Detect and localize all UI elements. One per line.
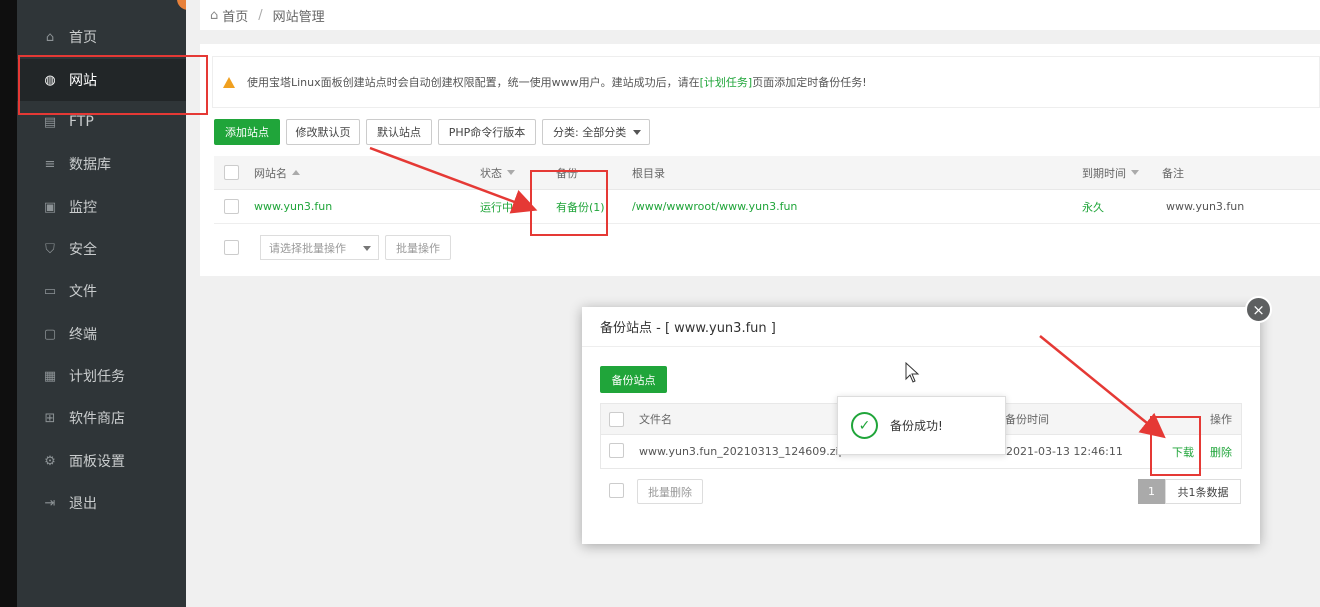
sidebar-item-monitor[interactable]: ▣ 监控 (17, 186, 186, 228)
row-checkbox[interactable] (609, 443, 624, 458)
col-remark: 备注 (1162, 166, 1184, 180)
sidebar-item-label: 数据库 (69, 157, 111, 173)
add-site-button[interactable]: 添加站点 (214, 119, 280, 145)
row-checkbox[interactable] (224, 199, 239, 214)
sidebar-item-files[interactable]: ▭ 文件 (17, 270, 186, 312)
breadcrumb-separator: / (258, 7, 263, 23)
col-backup-time: 备份时间 (1005, 413, 1049, 426)
left-edge (0, 0, 17, 607)
notice-text-after: 页面添加定时备份任务! (752, 76, 867, 89)
sidebar-item-security[interactable]: ⛉ 安全 (17, 228, 186, 270)
sidebar-item-store[interactable]: ⊞ 软件商店 (17, 397, 186, 439)
sort-icon (292, 170, 300, 175)
shield-icon: ⛉ (45, 241, 55, 257)
home-icon: ⌂ (45, 29, 55, 45)
server-icon: ▤ (43, 114, 57, 130)
batch-operation-select[interactable]: 请选择批量操作 (260, 235, 379, 260)
monitor-icon: ▣ (43, 199, 57, 215)
total-count: 共1条数据 (1165, 479, 1241, 504)
apps-icon: ⊞ (44, 410, 56, 426)
breadcrumb-home[interactable]: 首页 (222, 6, 248, 25)
page-number[interactable]: 1 (1138, 479, 1165, 504)
batch-delete-button[interactable]: 批量删除 (637, 479, 703, 504)
sidebar-item-label: 文件 (69, 284, 97, 300)
backup-filename: www.yun3.fun_20210313_124609.zip (639, 445, 846, 458)
sidebar-item-label: 安全 (69, 242, 97, 258)
table-row: www.yun3.fun 运行中 ▶ 有备份(1) /www/wwwroot/ww… (214, 190, 1320, 224)
sort-icon (1131, 170, 1139, 175)
database-icon: ≡ (44, 156, 56, 172)
select-all-checkbox[interactable] (609, 412, 624, 427)
site-card: 使用宝塔Linux面板创建站点时会自动创建权限配置，统一使用www用户。建站成功… (200, 44, 1320, 276)
category-label: 分类: 全部分类 (553, 126, 627, 139)
sidebar-item-label: 监控 (69, 200, 97, 216)
home-icon: ⌂ (210, 7, 219, 23)
delete-link[interactable]: 删除 (1210, 435, 1232, 468)
sidebar-item-terminal[interactable]: ▢ 终端 (17, 313, 186, 355)
play-icon: ▶ (516, 202, 523, 211)
site-name-link[interactable]: www.yun3.fun (254, 190, 332, 223)
annotation-box-download (1150, 416, 1201, 476)
chevron-down-icon (633, 130, 641, 135)
root-path-link[interactable]: /www/wwwroot/www.yun3.fun (632, 190, 797, 223)
select-all-checkbox[interactable] (224, 165, 239, 180)
sidebar-item-label: 终端 (69, 327, 97, 343)
col-status[interactable]: 状态 (480, 156, 515, 189)
backup-time: 2021-03-13 12:46:11 (1006, 445, 1123, 458)
sort-icon (507, 170, 515, 175)
col-ops: 操作 (1210, 413, 1232, 426)
breadcrumb-current: 网站管理 (272, 9, 325, 25)
php-cli-button[interactable]: PHP命令行版本 (438, 119, 536, 145)
sidebar-item-cron[interactable]: ▦ 计划任务 (17, 355, 186, 397)
sidebar-item-label: 退出 (69, 496, 97, 512)
status-running[interactable]: 运行中 ▶ (480, 190, 522, 223)
modal-title: 备份站点 - [ www.yun3.fun ] (582, 307, 1260, 347)
remark-value[interactable]: www.yun3.fun (1166, 190, 1244, 223)
annotation-box-backup (530, 170, 608, 236)
success-toast: ✓ 备份成功! (837, 396, 1006, 455)
notice-banner: 使用宝塔Linux面板创建站点时会自动创建权限配置，统一使用www用户。建站成功… (212, 56, 1320, 108)
sidebar-item-label: 面板设置 (69, 454, 125, 470)
site-table-header: 网站名 状态 备份 根目录 到期时间 备注 (214, 156, 1320, 190)
col-expire[interactable]: 到期时间 (1082, 156, 1139, 189)
breadcrumb: ⌂ 首页 / 网站管理 (200, 0, 1320, 30)
folder-icon: ▭ (43, 283, 57, 299)
batch-select-placeholder: 请选择批量操作 (269, 241, 346, 255)
col-root: 根目录 (632, 166, 665, 180)
check-circle-icon: ✓ (851, 412, 878, 439)
logout-icon: ⇥ (44, 495, 56, 511)
category-select[interactable]: 分类: 全部分类 (542, 119, 650, 145)
notice-text: 使用宝塔Linux面板创建站点时会自动创建权限配置，统一使用www用户。建站成功… (247, 76, 700, 89)
cron-link[interactable]: [计划任务] (700, 74, 753, 90)
default-site-button[interactable]: 默认站点 (366, 119, 432, 145)
terminal-icon: ▢ (43, 326, 57, 342)
sidebar-item-label: FTP (69, 114, 94, 130)
toast-text: 备份成功! (890, 419, 943, 433)
sidebar-item-home[interactable]: ⌂ 首页 (17, 16, 186, 58)
bottom-select-checkbox[interactable] (224, 240, 239, 255)
sidebar-item-label: 计划任务 (69, 369, 125, 385)
chevron-down-icon (363, 246, 371, 251)
backup-site-button[interactable]: 备份站点 (600, 366, 667, 393)
close-icon[interactable]: × (1245, 296, 1272, 323)
warning-icon (223, 76, 235, 88)
sidebar-item-label: 软件商店 (69, 411, 125, 427)
modify-default-page-button[interactable]: 修改默认页 (286, 119, 360, 145)
expire-value[interactable]: 永久 (1082, 190, 1104, 223)
gear-icon: ⚙ (44, 453, 56, 469)
sidebar-item-label: 首页 (69, 30, 97, 46)
annotation-box-website (18, 55, 208, 115)
bottom-select-checkbox[interactable] (609, 483, 624, 498)
col-filename: 文件名 (639, 413, 672, 426)
batch-operation-button[interactable]: 批量操作 (385, 235, 451, 260)
calendar-icon: ▦ (43, 368, 57, 384)
col-name[interactable]: 网站名 (254, 156, 300, 189)
sidebar-item-settings[interactable]: ⚙ 面板设置 (17, 440, 186, 482)
sidebar-item-logout[interactable]: ⇥ 退出 (17, 482, 186, 524)
sidebar-item-database[interactable]: ≡ 数据库 (17, 143, 186, 185)
mouse-cursor-icon (905, 362, 920, 383)
